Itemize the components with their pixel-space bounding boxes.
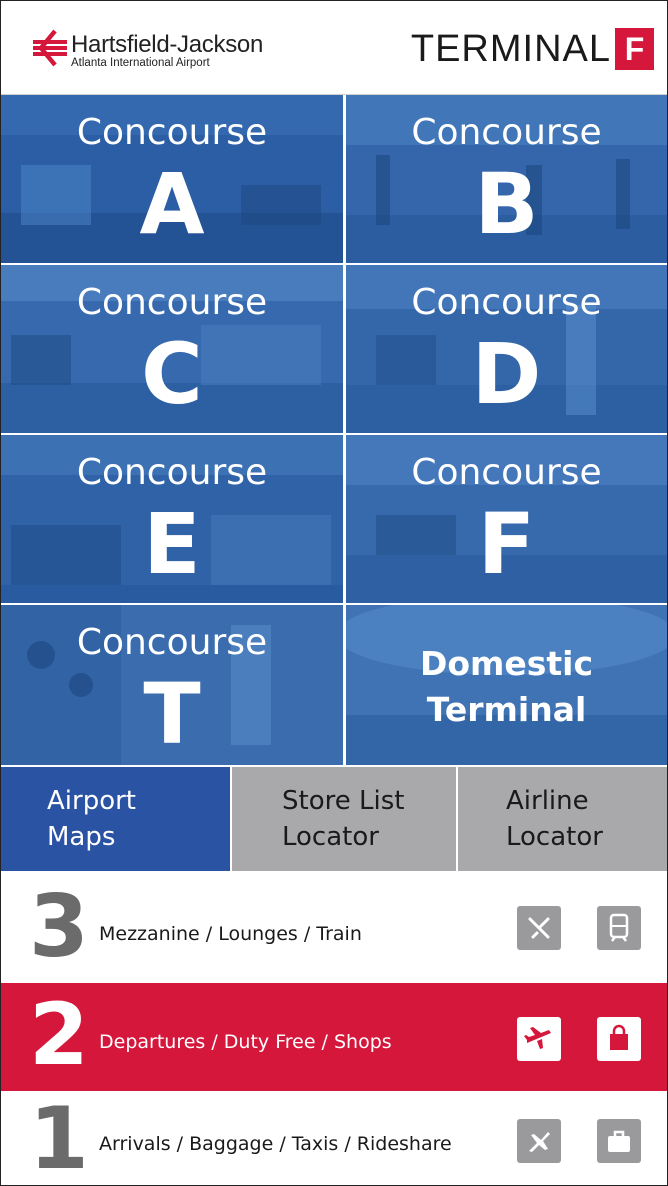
concourse-a-tile[interactable]: Concourse A [1,95,343,263]
floor-2-row[interactable]: 2 Departures / Duty Free / Shops [1,983,667,1091]
concourse-e-tile[interactable]: Concourse E [1,435,343,603]
tab-label-line2: Maps [47,822,116,852]
tab-airport-maps[interactable]: Airport Maps [1,767,230,871]
floor-label: Mezzanine / Lounges / Train [99,923,362,945]
concourse-f-tile[interactable]: Concourse F [346,435,667,603]
terminal-badge: F [615,28,654,70]
airport-subtitle: Atlanta International Airport [71,57,210,69]
floor-label: Departures / Duty Free / Shops [99,1031,392,1053]
concourse-d-tile[interactable]: Concourse D [346,265,667,433]
concourse-word: Concourse [411,452,602,493]
floor-number: 2 [29,985,89,1085]
tab-store-list-locator[interactable]: Store List Locator [232,767,456,871]
floor-3-row[interactable]: 3 Mezzanine / Lounges / Train [1,873,667,983]
concourse-b-tile[interactable]: Concourse B [346,95,667,263]
floor-label: Arrivals / Baggage / Taxis / Rideshare [99,1133,452,1155]
shopping-bag-icon[interactable] [597,1017,641,1061]
floor-1-row[interactable]: 1 Arrivals / Baggage / Taxis / Rideshare [1,1089,667,1186]
concourse-word: Concourse [76,112,268,153]
terminal-label: TERMINAL [410,28,611,70]
departures-plane-icon[interactable] [517,1017,561,1061]
tab-label-line2: Locator [506,822,603,852]
app-frame: Hartsfield-Jackson Atlanta International… [0,0,668,1186]
concourse-t-tile[interactable]: Concourse T [1,605,343,765]
airport-name: Hartsfield-Jackson [71,31,264,58]
concourse-letter: T [143,665,201,763]
baggage-icon[interactable] [597,1119,641,1163]
domestic-line1: Domestic [419,644,594,683]
domestic-terminal-tile[interactable]: Domestic Terminal [346,605,667,765]
arrivals-plane-icon[interactable] [517,1119,561,1163]
tab-airline-locator[interactable]: Airline Locator [458,767,667,871]
domestic-line2: Terminal [426,690,587,729]
concourse-letter: D [471,325,542,423]
concourse-word: Concourse [76,622,268,663]
tab-label-line2: Locator [282,822,379,852]
concourse-word: Concourse [76,452,268,493]
concourse-letter: A [139,155,205,253]
tab-label-line1: Store List [282,786,405,816]
floor-number: 3 [29,877,89,977]
domestic-terminal-label: Domestic Terminal [346,641,667,733]
concourse-word: Concourse [76,282,268,323]
airport-logo-icon [33,29,67,67]
concourse-word: Concourse [411,112,602,153]
concourse-letter: B [474,155,539,253]
concourse-letter: E [143,495,201,593]
floor-number: 1 [29,1089,89,1186]
tab-label-line1: Airport [47,786,136,816]
dining-icon[interactable] [517,906,561,950]
tab-label-line1: Airline [506,786,589,816]
train-icon[interactable] [597,906,641,950]
concourse-letter: F [477,495,536,593]
concourse-c-tile[interactable]: Concourse C [1,265,343,433]
header: Hartsfield-Jackson Atlanta International… [1,1,667,95]
concourse-word: Concourse [411,282,602,323]
concourse-letter: C [141,325,203,423]
